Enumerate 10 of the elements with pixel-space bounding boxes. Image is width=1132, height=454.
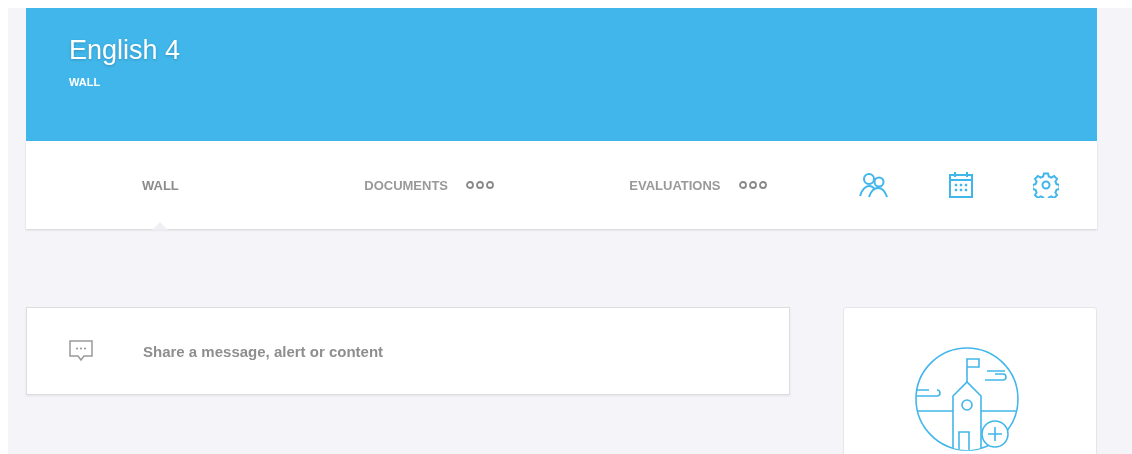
calendar-icon[interactable] [948, 172, 973, 198]
chat-icon [69, 340, 93, 362]
page-subtitle: WALL [69, 76, 101, 88]
more-icon[interactable] [466, 181, 495, 189]
nav-tab[interactable]: WALL [26, 141, 295, 229]
nav-tab[interactable]: EVALUATIONS [563, 141, 833, 229]
nav-tab[interactable]: DOCUMENTS [294, 141, 564, 229]
more-icon[interactable] [738, 181, 767, 189]
course-title: English 4 [69, 35, 181, 66]
settings-icon[interactable] [1033, 172, 1060, 198]
